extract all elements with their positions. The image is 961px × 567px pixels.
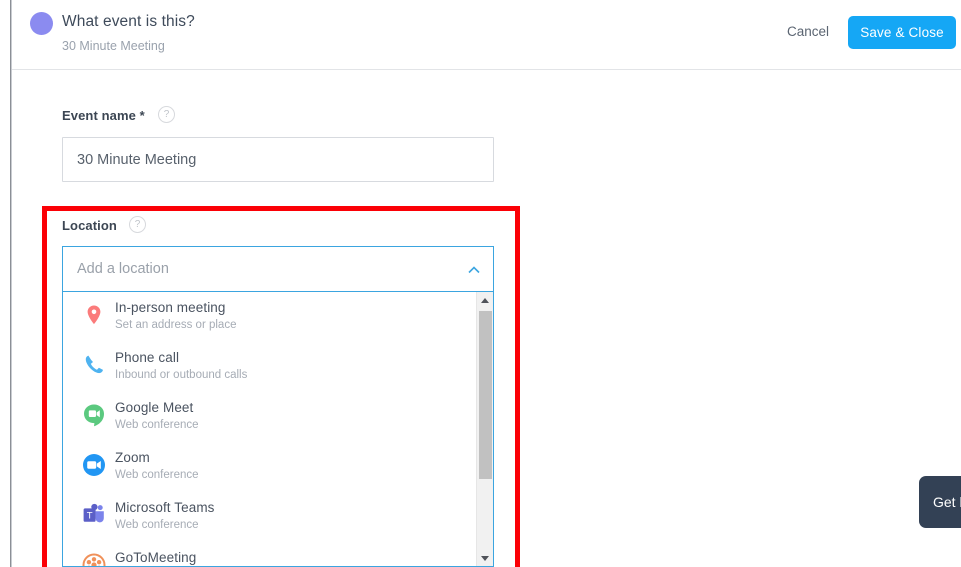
location-option-title: Phone call	[115, 350, 180, 365]
location-input[interactable]	[63, 247, 458, 291]
zoom-icon	[81, 452, 107, 478]
google-meet-icon	[81, 402, 107, 428]
scrollbar-thumb[interactable]	[479, 311, 492, 479]
event-color-dot[interactable]	[30, 12, 53, 35]
location-option-item[interactable]: Phone call Inbound or outbound calls	[63, 342, 477, 392]
gotomeeting-icon	[81, 552, 107, 566]
event-name-help-icon[interactable]: ?	[158, 106, 175, 123]
location-label: Location	[62, 218, 117, 233]
get-help-widget[interactable]: Get help	[919, 476, 961, 528]
location-option-title: GoToMeeting	[115, 550, 197, 565]
location-options-list: In-person meeting Set an address or place…	[63, 292, 477, 566]
svg-text:T: T	[87, 511, 93, 522]
location-combobox[interactable]	[62, 246, 494, 292]
event-name-label: Event name *	[62, 108, 145, 123]
save-and-close-button[interactable]: Save & Close	[848, 16, 956, 49]
location-option-item[interactable]: GoToMeeting	[63, 542, 477, 566]
location-option-subtitle: Web conference	[115, 419, 199, 431]
event-name-input[interactable]	[62, 137, 494, 182]
location-option-subtitle: Inbound or outbound calls	[115, 369, 248, 381]
location-option-title: Zoom	[115, 450, 150, 465]
map-pin-icon	[81, 302, 107, 328]
location-option-subtitle: Web conference	[115, 469, 199, 481]
location-option-subtitle: Set an address or place	[115, 319, 237, 331]
scroll-down-arrow-icon[interactable]	[477, 550, 493, 566]
chevron-up-icon[interactable]	[465, 261, 483, 279]
location-option-item[interactable]: T Microsoft Teams Web conference	[63, 492, 477, 542]
event-type-editor-page: What event is this? 30 Minute Meeting Ca…	[0, 0, 961, 567]
location-option-subtitle: Web conference	[115, 519, 199, 531]
page-subtitle: 30 Minute Meeting	[62, 39, 165, 53]
phone-icon	[81, 352, 107, 378]
microsoft-teams-icon: T	[81, 502, 107, 528]
scroll-up-arrow-icon[interactable]	[477, 292, 493, 309]
dropdown-scrollbar[interactable]	[476, 292, 493, 566]
editor-header: What event is this? 30 Minute Meeting Ca…	[12, 0, 961, 70]
location-option-item[interactable]: In-person meeting Set an address or place	[63, 292, 477, 342]
location-option-title: Microsoft Teams	[115, 500, 215, 515]
location-option-title: Google Meet	[115, 400, 194, 415]
location-help-icon[interactable]: ?	[129, 216, 146, 233]
cancel-button[interactable]: Cancel	[787, 24, 829, 39]
location-option-item[interactable]: Google Meet Web conference	[63, 392, 477, 442]
location-option-item[interactable]: Zoom Web conference	[63, 442, 477, 492]
location-option-title: In-person meeting	[115, 300, 226, 315]
form-body: Event name * ? Location ? In-person meet…	[12, 70, 961, 567]
location-options-dropdown: In-person meeting Set an address or place…	[62, 292, 494, 567]
page-title: What event is this?	[62, 13, 195, 30]
